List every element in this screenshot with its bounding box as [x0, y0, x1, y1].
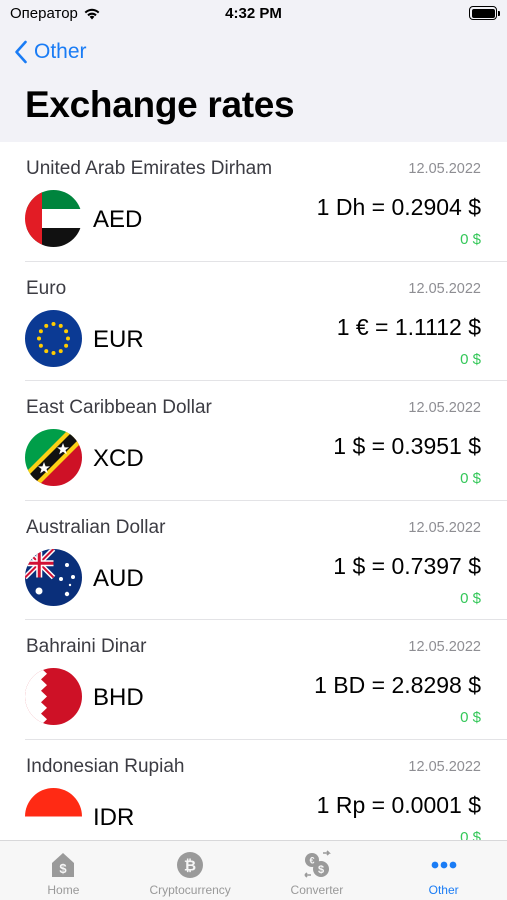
rate-date: 12.05.2022 [408, 280, 481, 297]
back-button-label: Other [34, 40, 87, 63]
rate-row-bhd[interactable]: Bahraini Dinar 12.05.2022 BHD 1 BD = 2.8… [0, 620, 507, 740]
rate-date: 12.05.2022 [408, 758, 481, 775]
converter-icon: € $ [304, 850, 331, 878]
rate-row-aed[interactable]: United Arab Emirates Dirham 12.05.2022 A… [0, 142, 507, 262]
currency-name: Australian Dollar [26, 516, 166, 538]
svg-text:$: $ [60, 861, 68, 876]
rate-change: 0 $ [460, 589, 481, 607]
currency-code: IDR [93, 803, 135, 831]
navigation-header: Оператор 4:32 PM Other Exchange rates [0, 0, 507, 142]
tab-label: Other [428, 883, 459, 897]
rate-row-eur[interactable]: Euro 12.05.2022 EUR 1 € = 1.1112 $ 0 $ [0, 262, 507, 382]
id-flag-icon [25, 787, 82, 840]
back-button[interactable]: Other [14, 36, 87, 68]
currency-name: East Caribbean Dollar [26, 397, 212, 418]
au-flag-icon [25, 548, 82, 606]
rate-date: 12.05.2022 [408, 639, 481, 655]
rate-change: 0 $ [460, 828, 481, 841]
tab-converter[interactable]: € $ Converter [254, 841, 381, 900]
kn-flag-icon [25, 429, 82, 486]
rate-value: 1 $ = 0.3951 $ [333, 433, 481, 459]
chevron-left-icon [15, 40, 27, 64]
rate-row-aud[interactable]: Australian Dollar 12.05.2022 AUD 1 $ = 0… [0, 501, 507, 621]
currency-code: EUR [93, 325, 144, 353]
tab-label: Home [47, 883, 80, 897]
currency-name: Bahraini Dinar [26, 636, 147, 657]
rate-row-idr[interactable]: Indonesian Rupiah 12.05.2022 IDR 1 Rp = … [0, 740, 507, 841]
currency-code: BHD [93, 684, 144, 711]
currency-code: AED [93, 206, 143, 233]
bitcoin-icon: ₿ [177, 852, 204, 878]
home-dollar-icon: $ [52, 853, 75, 877]
status-bar: Оператор 4:32 PM [0, 0, 507, 30]
rate-value: 1 Rp = 0.0001 $ [316, 791, 481, 818]
svg-text:₿: ₿ [184, 858, 196, 875]
tab-label: Cryptocurrency [149, 883, 231, 897]
svg-text:€: € [309, 856, 314, 866]
currency-code: XCD [93, 445, 144, 472]
rate-value: 1 Dh = 0.2904 $ [316, 194, 481, 220]
rate-change: 0 $ [460, 709, 481, 726]
tab-home[interactable]: $ Home [0, 841, 127, 900]
rate-value: 1 $ = 0.7397 $ [333, 552, 481, 579]
rate-value: 1 BD = 2.8298 $ [314, 672, 481, 698]
rate-row-xcd[interactable]: East Caribbean Dollar 12.05.2022 XCD 1 $… [0, 381, 507, 501]
rate-date: 12.05.2022 [408, 519, 481, 536]
currency-code: AUD [93, 564, 144, 592]
rate-change: 0 $ [460, 350, 481, 368]
ae-flag-icon [25, 190, 82, 247]
svg-text:$: $ [318, 864, 324, 876]
currency-name: Indonesian Rupiah [26, 755, 185, 777]
eu-flag-icon [25, 309, 82, 367]
tab-bar: $ Home ₿ Cryptocurrency € $ Converter Ot… [0, 840, 507, 900]
currency-name: Euro [26, 277, 67, 299]
currency-name: United Arab Emirates Dirham [26, 158, 273, 179]
rate-date: 12.05.2022 [408, 161, 481, 177]
exchange-rate-list[interactable]: United Arab Emirates Dirham 12.05.2022 A… [0, 142, 507, 840]
rate-change: 0 $ [460, 231, 481, 248]
page-title: Exchange rates [25, 84, 295, 125]
clock: 4:32 PM [225, 5, 282, 22]
tab-other[interactable]: Other [380, 841, 507, 900]
more-dots-icon [431, 861, 456, 869]
bh-flag-icon [25, 668, 82, 725]
tab-cryptocurrency[interactable]: ₿ Cryptocurrency [127, 841, 254, 900]
rate-date: 12.05.2022 [408, 400, 481, 416]
rate-value: 1 € = 1.1112 $ [336, 313, 481, 340]
rate-change: 0 $ [460, 470, 481, 487]
battery-icon [469, 6, 500, 20]
tab-label: Converter [290, 883, 344, 897]
